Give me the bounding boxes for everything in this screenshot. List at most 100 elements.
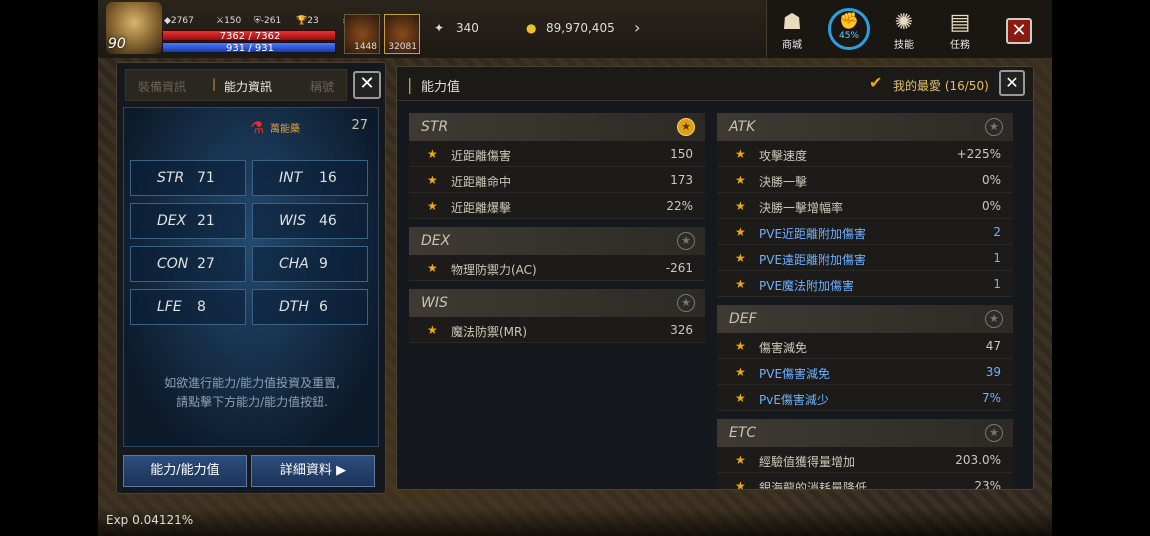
star-icon[interactable]: ★ xyxy=(735,277,746,291)
stat-row: ★ PVE魔法附加傷害 1 xyxy=(717,271,1013,297)
section-str: STR ★ ★ 近距離傷害 150 ★ 近距離命中 173 ★ 近距離爆擊 22% xyxy=(409,113,705,219)
star-icon[interactable]: ★ xyxy=(735,173,746,187)
stat-name: 銀海龍的消耗量降低 xyxy=(759,481,868,490)
stat-value: 22% xyxy=(666,199,693,213)
crystal-count: 340 xyxy=(456,21,479,35)
attack-stat: ⚔150 xyxy=(216,16,242,26)
item-slot[interactable]: 32081 xyxy=(384,14,420,54)
close-icon[interactable]: ✕ xyxy=(353,71,381,99)
favorite-star-icon[interactable]: ★ xyxy=(985,424,1003,442)
stat-row: ★ 經驗值獲得量增加 203.0% xyxy=(717,447,1013,473)
favorite-star-icon[interactable]: ★ xyxy=(677,118,695,136)
stat-value: 39 xyxy=(985,365,1001,379)
stat-value: +225% xyxy=(956,147,1001,161)
stat-name: 魔法防禦(MR) xyxy=(451,325,528,339)
stat-row: ★ 近距離命中 173 xyxy=(409,167,705,193)
stat-name: 傷害減免 xyxy=(759,341,808,355)
stat-name: 物理防禦力(AC) xyxy=(451,263,537,277)
ability-button[interactable]: 能力/能力值 xyxy=(123,455,247,487)
skill-icon: ✺ xyxy=(894,10,914,35)
progress-ring[interactable]: ✊ 45% xyxy=(828,8,870,50)
star-icon[interactable]: ★ xyxy=(735,225,746,239)
section-header: DEF ★ xyxy=(717,305,1013,333)
section-atk: ATK ★ ★ 攻擊速度 +225% ★ 決勝一擊 0% ★ 決勝一擊增幅率 0% ★ PVE近距離附加… xyxy=(717,113,1013,297)
stat-row: ★ PVE傷害減免 39 xyxy=(717,359,1013,385)
potion-slot[interactable]: 1448 xyxy=(344,14,380,54)
tab-ability[interactable]: 能力資訊 xyxy=(224,78,272,95)
stat-name: 近距離命中 xyxy=(451,175,512,189)
star-icon[interactable]: ★ xyxy=(735,479,746,489)
stat-row: ★ 決勝一擊 0% xyxy=(717,167,1013,193)
star-icon[interactable]: ★ xyxy=(427,147,438,161)
stat-row: ★ PvE傷害減少 7% xyxy=(717,385,1013,411)
stat-name: PVE傷害減免 xyxy=(759,367,831,381)
stat-row: ★ PVE遠距離附加傷害 1 xyxy=(717,245,1013,271)
stat-lfe: LFE 8 xyxy=(130,289,246,325)
hp-bar: 7362 / 7362 xyxy=(162,30,336,42)
star-icon[interactable]: ★ xyxy=(735,251,746,265)
stat-value: 23% xyxy=(974,479,1001,490)
star-icon[interactable]: ★ xyxy=(735,199,746,213)
favorite-star-icon[interactable]: ★ xyxy=(677,294,695,312)
exp-bar: Exp 0.04121% xyxy=(98,508,1052,536)
stat-con: CON 27 xyxy=(130,246,246,282)
stat-value: 173 xyxy=(670,173,693,187)
tab-equipment[interactable]: 裝備資訊 xyxy=(138,78,186,95)
stat-name: 攻擊速度 xyxy=(759,149,808,163)
stat-cha: CHA 9 xyxy=(252,246,368,282)
favorite-star-icon[interactable]: ★ xyxy=(677,232,695,250)
stat-name: 近距離爆擊 xyxy=(451,201,512,215)
top-hud: 90 ◆2767 ⚔150 ⛨-261 🏆23 7362 / 7362 931 … xyxy=(98,0,1052,58)
hint-line-2: 請點擊下方能力/能力值按鈕. xyxy=(176,395,328,409)
skills-button[interactable]: ✺ 技能 xyxy=(884,10,924,51)
section-header: DEX ★ xyxy=(409,227,705,255)
trophy-stat: 🏆23 xyxy=(296,16,319,26)
star-icon[interactable]: ★ xyxy=(427,323,438,337)
stat-value: -261 xyxy=(665,261,693,275)
scroll-icon: ▤ xyxy=(949,10,971,35)
tab-bar: 裝備資訊 | 能力資訊 稱號 xyxy=(125,69,347,101)
section-title: WIS xyxy=(421,295,448,311)
check-icon: ✔ xyxy=(869,73,883,92)
defense-stat: ⛨-261 xyxy=(254,16,282,26)
character-panel: 裝備資訊 | 能力資訊 稱號 ✕ ⚗ 萬能藥 27 STR 71 INT 16 DE… xyxy=(116,62,386,494)
stat-name: PVE遠距離附加傷害 xyxy=(759,253,867,267)
favorite-star-icon[interactable]: ★ xyxy=(985,118,1003,136)
detail-button[interactable]: 詳細資料 ▶ xyxy=(251,455,375,487)
section-header: ATK ★ xyxy=(717,113,1013,141)
star-icon[interactable]: ★ xyxy=(735,365,746,379)
gem-stat: ◆2767 xyxy=(164,16,194,26)
stat-wis: WIS 46 xyxy=(252,203,368,239)
star-icon[interactable]: ★ xyxy=(427,173,438,187)
section-header: STR ★ xyxy=(409,113,705,141)
game-view: 90 ◆2767 ⚔150 ⛨-261 🏆23 7362 / 7362 931 … xyxy=(98,0,1052,536)
favorite-star-icon[interactable]: ★ xyxy=(985,310,1003,328)
star-icon[interactable]: ★ xyxy=(735,147,746,161)
favorite-count[interactable]: 我的最愛 (16/50) xyxy=(893,77,989,94)
stat-value: 2 xyxy=(993,225,1001,239)
close-icon[interactable]: ✕ xyxy=(999,70,1025,96)
stat-value: 7% xyxy=(981,391,1001,405)
stat-row: ★ 近距離傷害 150 xyxy=(409,141,705,167)
star-icon[interactable]: ★ xyxy=(735,339,746,353)
stat-str: STR 71 xyxy=(130,160,246,196)
shop-button[interactable]: ☗ 商城 xyxy=(772,10,812,51)
stat-name: PVE近距離附加傷害 xyxy=(759,227,867,241)
tab-title[interactable]: 稱號 xyxy=(310,78,334,95)
chevron-right-icon[interactable]: › xyxy=(634,18,640,37)
star-icon[interactable]: ★ xyxy=(427,261,438,275)
star-icon[interactable]: ★ xyxy=(427,199,438,213)
stat-dex: DEX 21 xyxy=(130,203,246,239)
panel-header: | 能力值 ✔ 我的最愛 (16/50) ✕ xyxy=(397,67,1033,101)
stat-row: ★ 攻擊速度 +225% xyxy=(717,141,1013,167)
close-icon[interactable]: ✕ xyxy=(1006,18,1032,44)
star-icon[interactable]: ★ xyxy=(735,453,746,467)
stat-value: 326 xyxy=(670,323,693,337)
tab-divider: | xyxy=(212,77,217,91)
stat-row: ★ PVE近距離附加傷害 2 xyxy=(717,219,1013,245)
quests-button[interactable]: ▤ 任務 xyxy=(940,10,980,51)
screen: 90 ◆2767 ⚔150 ⛨-261 🏆23 7362 / 7362 931 … xyxy=(0,0,1150,536)
stat-name: 決勝一擊 xyxy=(759,175,808,189)
star-icon[interactable]: ★ xyxy=(735,391,746,405)
stat-value: 47 xyxy=(985,339,1001,353)
